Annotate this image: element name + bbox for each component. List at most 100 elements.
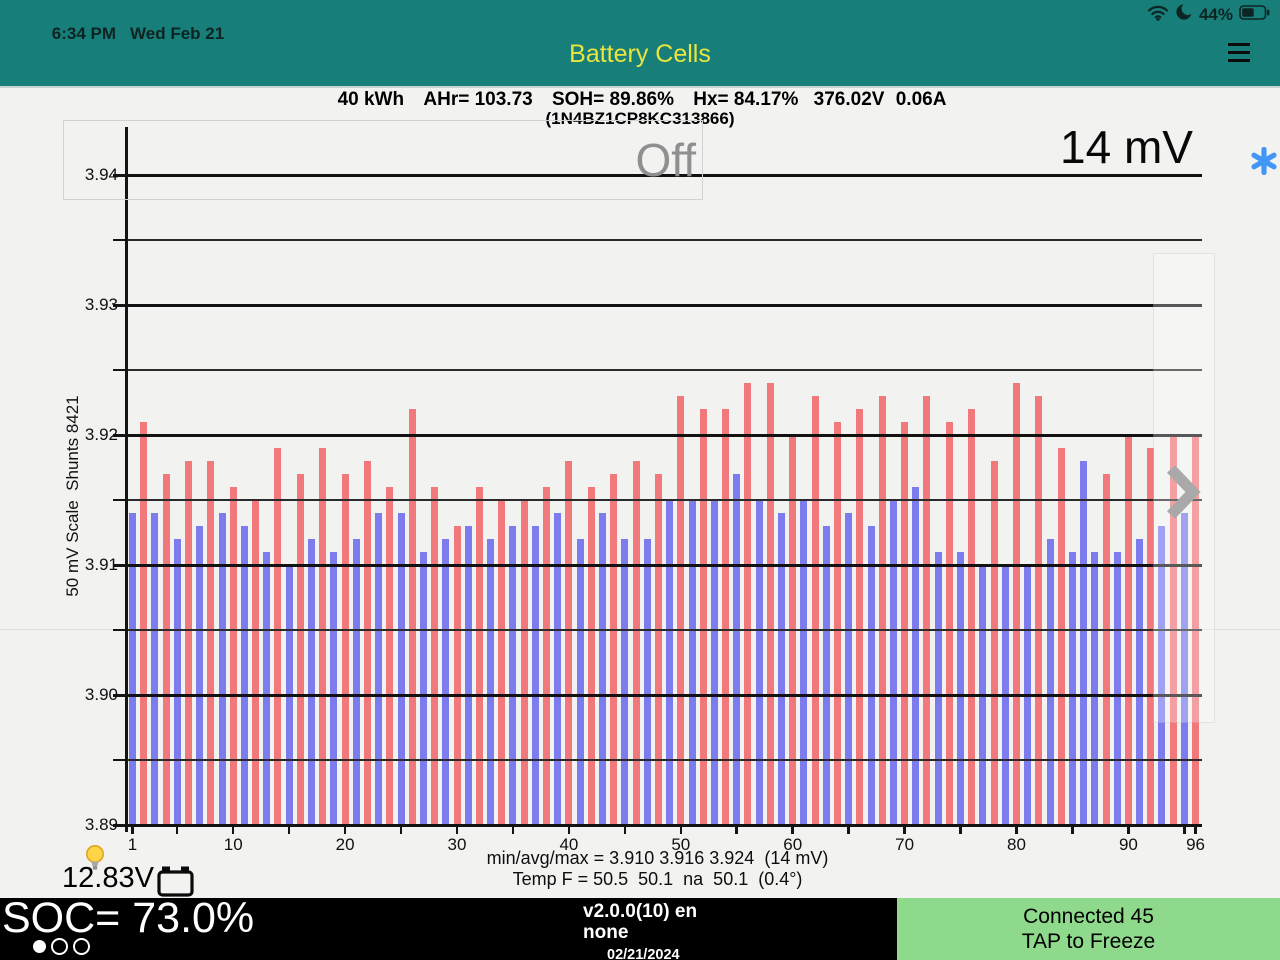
cell-bar-29: [442, 539, 449, 825]
cell-bar-52: [700, 409, 707, 825]
cell-bar-33: [487, 539, 494, 825]
cell-bar-24: [386, 487, 393, 825]
status-right: 44%: [1147, 3, 1270, 26]
cell-bar-20: [342, 474, 349, 825]
status-bar: 6:34 PMWed Feb 21 44: [0, 0, 1280, 28]
gridline-3910: [127, 564, 1202, 567]
cell-bar-45: [621, 539, 628, 825]
cell-bar-16: [297, 474, 304, 825]
x-tick-80: [1015, 825, 1018, 834]
cell-bar-7: [196, 526, 203, 825]
cell-bar-21: [353, 539, 360, 825]
cell-bar-37: [532, 526, 539, 825]
connection-status-button[interactable]: Connected 45 TAP to Freeze: [897, 898, 1280, 960]
cell-bar-47: [644, 539, 651, 825]
cell-bar-76: [968, 409, 975, 825]
bottom-bar: SOC= 73.0% v2.0.0(10) en none 02/21/2024…: [0, 898, 1280, 960]
page-dot-active: [33, 940, 46, 953]
y-axis-label: 3.93: [52, 295, 118, 315]
cell-bar-69: [890, 500, 897, 825]
x-tick-5: [176, 825, 179, 834]
stat-ahr: AHr= 103.73: [423, 89, 532, 110]
next-page-chevron-icon[interactable]: [1162, 461, 1202, 528]
page-dot: [73, 938, 90, 955]
gridline-3930: [127, 304, 1202, 307]
nav-bar: Battery Cells: [0, 28, 1280, 86]
x-tick-15: [288, 825, 291, 834]
battery-percent: 44%: [1199, 5, 1233, 25]
cell-bar-12: [252, 500, 259, 825]
x-tick-95: [1183, 825, 1186, 834]
gridline-3915: [127, 499, 1202, 501]
cell-bar-2: [140, 422, 147, 825]
app-version: v2.0.0(10) en: [583, 901, 697, 922]
cell-bar-81: [1024, 565, 1031, 825]
x-tick-70: [903, 825, 906, 834]
cell-bar-40: [565, 461, 572, 825]
cell-bar-44: [610, 474, 617, 825]
cell-bar-82: [1035, 396, 1042, 825]
cell-bar-75: [957, 552, 964, 825]
cell-bar-54: [722, 409, 729, 825]
x-tick-1: [131, 825, 134, 834]
cell-bar-90: [1125, 435, 1132, 825]
cell-bar-53: [711, 500, 718, 825]
cell-bar-5: [174, 539, 181, 825]
soc-label: SOC= 73.0%: [2, 894, 254, 943]
cell-bar-88: [1103, 474, 1110, 825]
version-block: v2.0.0(10) en none 02/21/2024: [583, 901, 697, 960]
gridline-3920: [127, 434, 1202, 437]
shunts-off-button[interactable]: Off: [63, 120, 703, 200]
stat-capacity: 40 kWh: [338, 89, 405, 110]
cell-bar-91: [1136, 539, 1143, 825]
cell-bar-71: [912, 487, 919, 825]
cell-bar-58: [767, 383, 774, 825]
cell-delta-label: 14 mV: [1060, 120, 1193, 174]
x-tick-90: [1127, 825, 1130, 834]
y-axis-label: 3.91: [52, 555, 118, 575]
page-dot: [51, 938, 68, 955]
cell-bar-19: [330, 552, 337, 825]
cell-bar-65: [845, 513, 852, 825]
cell-bar-85: [1069, 552, 1076, 825]
cell-bar-1: [129, 513, 136, 825]
cell-bar-8: [207, 461, 214, 825]
y-axis-label: 3.89: [52, 815, 118, 835]
cell-bar-79: [1002, 565, 1009, 825]
y-axis-label: 3.90: [52, 685, 118, 705]
cell-bar-84: [1058, 448, 1065, 825]
cell-bar-46: [633, 461, 640, 825]
cell-bar-15: [286, 565, 293, 825]
cell-bar-48: [655, 474, 662, 825]
cell-bar-56: [744, 383, 751, 825]
cell-bar-31: [465, 526, 472, 825]
x-tick-20: [344, 825, 347, 834]
cell-bar-78: [991, 461, 998, 825]
cell-bar-38: [543, 487, 550, 825]
page-split-line: [0, 629, 1280, 630]
x-tick-75: [959, 825, 962, 834]
cell-bar-11: [241, 526, 248, 825]
cell-bar-60: [789, 435, 796, 825]
cell-bar-42: [588, 487, 595, 825]
hamburger-menu-icon[interactable]: [1228, 38, 1254, 68]
cell-bar-74: [946, 422, 953, 825]
cell-bar-72: [923, 396, 930, 825]
cell-bar-50: [677, 396, 684, 825]
cell-bar-59: [778, 513, 785, 825]
stat-amps: 0.06A: [896, 89, 947, 110]
cell-bar-62: [812, 396, 819, 825]
cell-bar-18: [319, 448, 326, 825]
asterisk-icon: [1250, 147, 1278, 180]
cell-bar-3: [151, 513, 158, 825]
stat-soh: SOH= 89.86%: [552, 89, 674, 110]
cell-bar-86: [1080, 461, 1087, 825]
cell-bar-34: [498, 500, 505, 825]
page-title: Battery Cells: [0, 40, 1280, 69]
cell-bar-35: [509, 526, 516, 825]
cell-bar-63: [823, 526, 830, 825]
x-tick-60: [791, 825, 794, 834]
cell-bar-67: [868, 526, 875, 825]
cell-bar-87: [1091, 552, 1098, 825]
x-tick-45: [624, 825, 627, 834]
